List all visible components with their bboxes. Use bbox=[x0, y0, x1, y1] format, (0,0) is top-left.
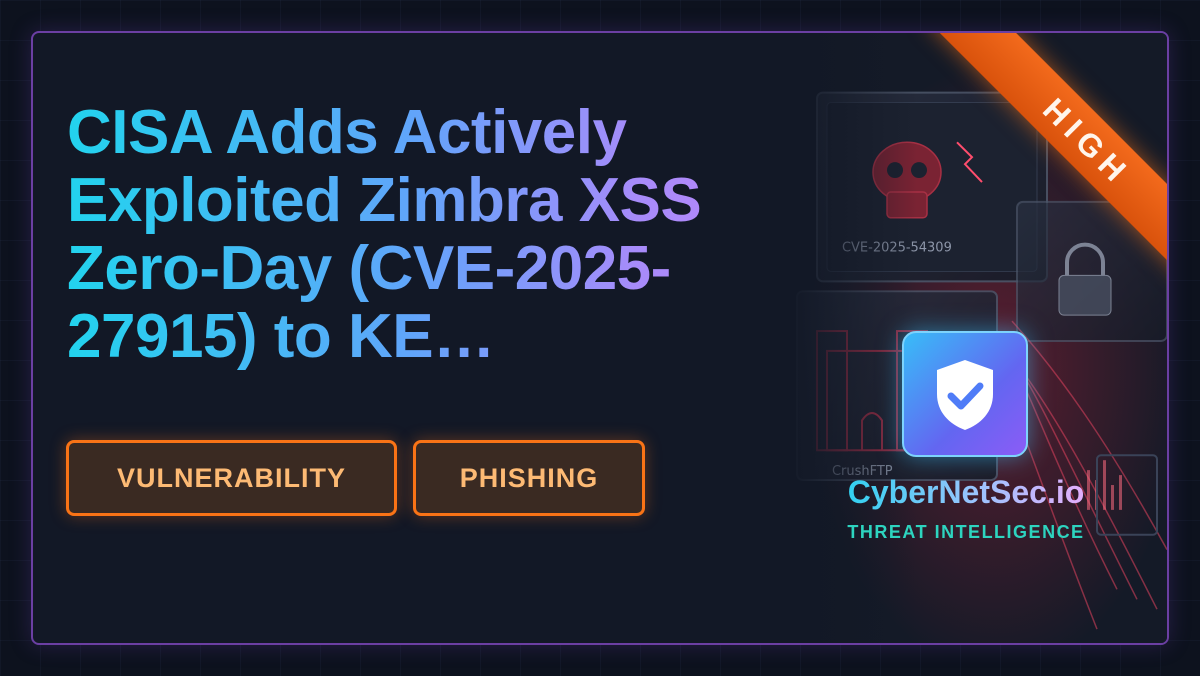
severity-ribbon: HIGH bbox=[867, 33, 1167, 333]
brand-tagline: THREAT INTELLIGENCE bbox=[847, 522, 1085, 542]
brand-name[interactable]: CyberNetSec.io bbox=[829, 474, 1103, 511]
thumbnail-background: CVE-2025-54309 CrushFTP HIGH CISA Adds A… bbox=[0, 0, 1200, 676]
tag-phishing[interactable]: PHISHING bbox=[413, 440, 645, 516]
tag-list: VULNERABILITY PHISHING bbox=[66, 440, 645, 516]
headline[interactable]: CISA Adds Actively Exploited Zimbra XSS … bbox=[67, 99, 827, 371]
tag-vulnerability[interactable]: VULNERABILITY bbox=[66, 440, 397, 516]
brand-logo[interactable] bbox=[902, 331, 1028, 457]
severity-label: HIGH bbox=[1036, 90, 1139, 193]
shield-check-icon bbox=[937, 360, 993, 430]
